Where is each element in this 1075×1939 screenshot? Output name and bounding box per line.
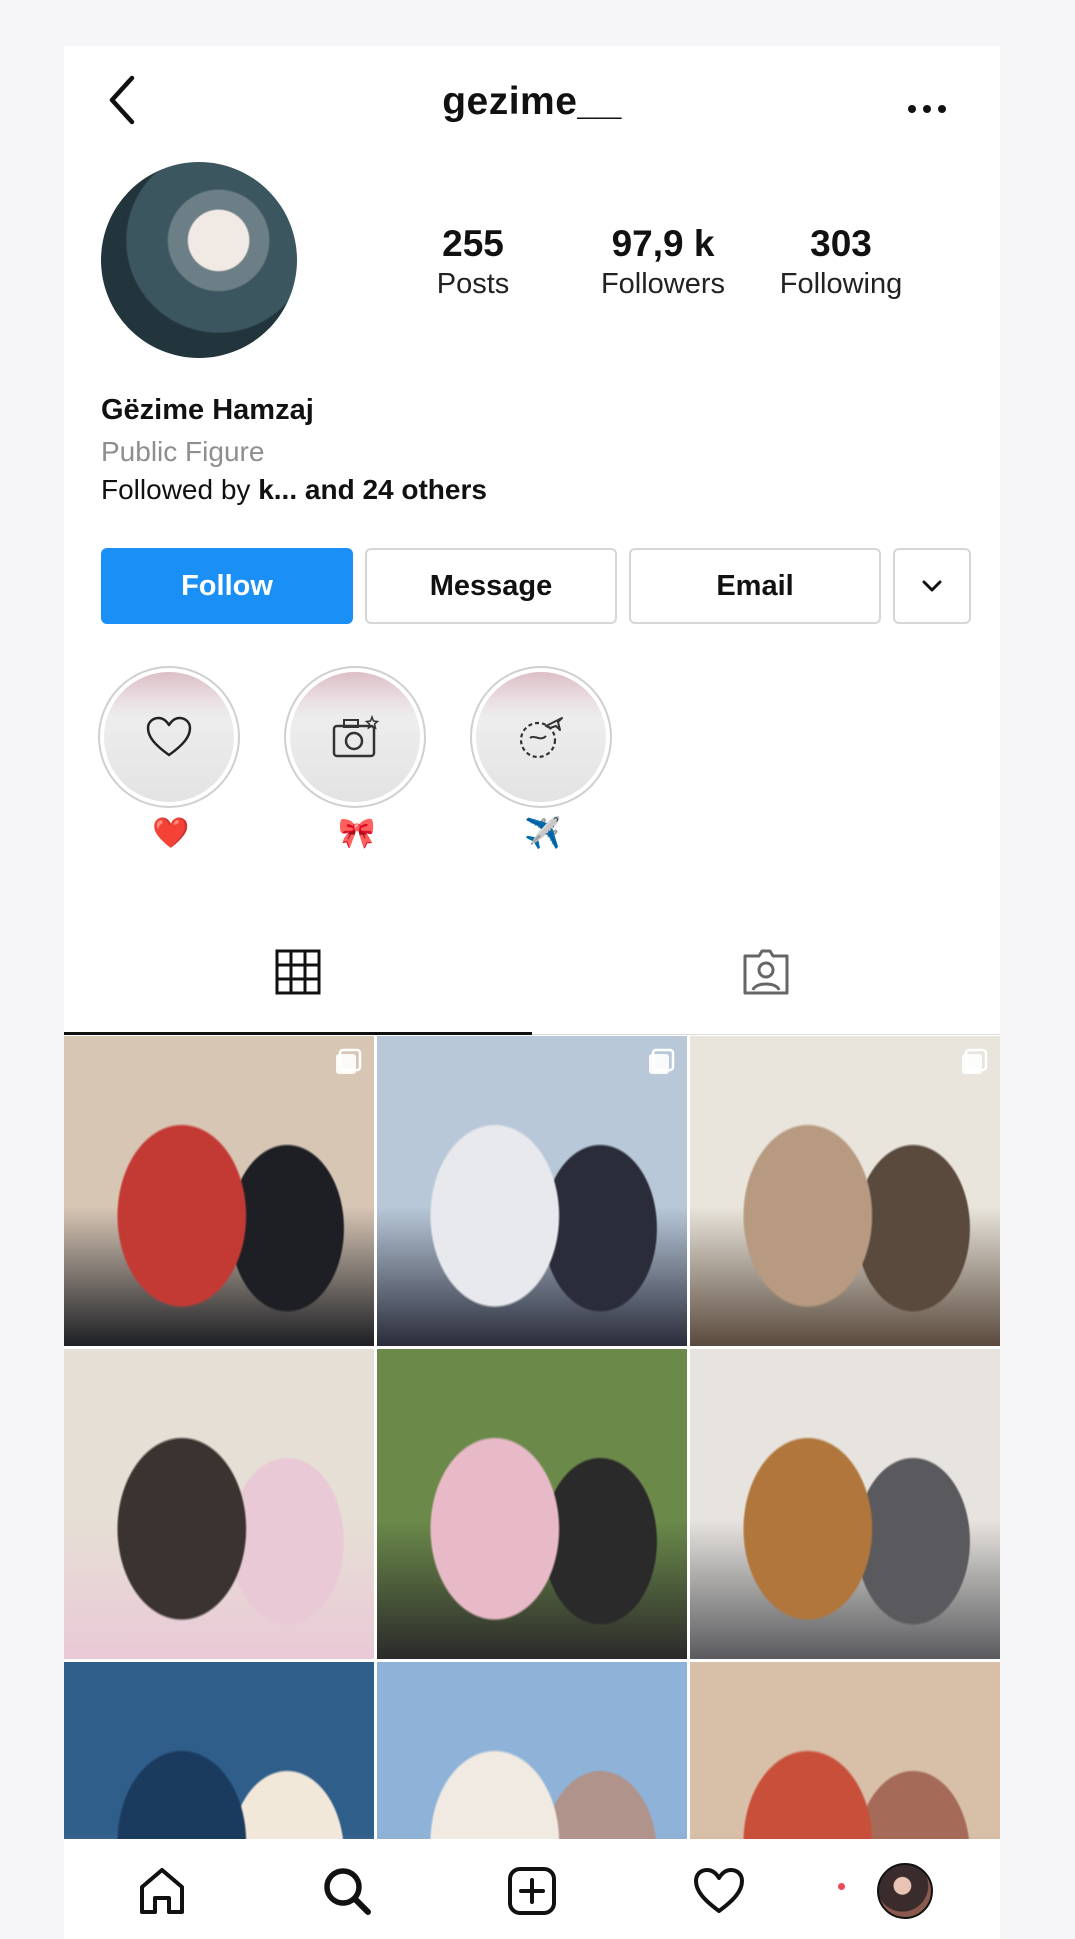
post-thumbnail[interactable]	[64, 1036, 374, 1346]
post-thumbnail[interactable]	[64, 1662, 374, 1839]
plus-square-icon	[508, 1867, 556, 1915]
posts-grid	[64, 1036, 1000, 1839]
nav-activity[interactable]	[689, 1861, 749, 1921]
stat-posts-value: 255	[442, 223, 504, 264]
followed-by-prefix: Followed by	[101, 474, 259, 505]
followed-by-names: k...	[258, 474, 298, 505]
stat-following[interactable]: 303 Following	[751, 222, 931, 302]
story-highlight[interactable]: 🎀	[284, 666, 430, 852]
heart-icon	[146, 716, 192, 757]
nav-search[interactable]	[317, 1861, 377, 1921]
nav-home[interactable]	[132, 1861, 192, 1921]
tagged-icon	[743, 949, 789, 995]
stat-posts-label: Posts	[436, 268, 510, 300]
tab-posts-grid[interactable]	[64, 908, 532, 1036]
post-thumbnail[interactable]	[377, 1036, 687, 1346]
stat-following-value: 303	[810, 223, 872, 264]
search-icon	[324, 1868, 371, 1915]
bottom-navigation	[64, 1839, 1000, 1939]
more-dots-icon	[908, 105, 946, 113]
story-highlight-label: 🎀	[338, 816, 376, 851]
carousel-icon	[336, 1048, 362, 1074]
message-button[interactable]: Message	[365, 548, 617, 624]
profile-username: gezime__	[442, 80, 622, 123]
nav-profile[interactable]	[875, 1861, 935, 1921]
followed-by-text[interactable]: Followed by k... and 24 others	[101, 474, 487, 506]
post-thumbnail[interactable]	[690, 1036, 1000, 1346]
stat-followers-label: Followers	[600, 268, 726, 300]
post-thumbnail[interactable]	[377, 1662, 687, 1839]
carousel-icon	[649, 1048, 675, 1074]
profile-avatar[interactable]	[101, 162, 297, 358]
notification-dot	[838, 1883, 845, 1890]
story-highlight-label: ❤️	[152, 816, 190, 851]
story-highlight-label: ✈️	[524, 816, 562, 851]
carousel-icon	[962, 1048, 988, 1074]
globe-plane-icon	[519, 717, 563, 759]
camera-icon	[332, 714, 380, 758]
active-tab-indicator	[64, 1032, 532, 1035]
email-button[interactable]: Email	[629, 548, 881, 624]
story-highlight[interactable]: ❤️	[98, 666, 244, 852]
profile-avatar-icon	[877, 1863, 933, 1919]
profile-screen: gezime__ 255 Posts 97,9 k Followers 303 …	[64, 46, 1000, 1939]
post-thumbnail[interactable]	[377, 1349, 687, 1659]
post-thumbnail[interactable]	[690, 1349, 1000, 1659]
followed-by-suffix: and 24 others	[297, 474, 487, 505]
post-thumbnail[interactable]	[64, 1349, 374, 1659]
home-icon	[140, 1868, 184, 1914]
chevron-down-icon	[922, 580, 942, 592]
profile-full-name: Gëzime Hamzaj	[101, 394, 314, 426]
stat-followers[interactable]: 97,9 k Followers	[573, 222, 753, 302]
tab-tagged[interactable]	[532, 908, 1000, 1036]
suggested-accounts-button[interactable]	[893, 548, 971, 624]
stat-posts[interactable]: 255 Posts	[393, 222, 553, 302]
grid-icon	[275, 949, 321, 995]
heart-icon	[694, 1868, 744, 1913]
stat-followers-value: 97,9 k	[611, 223, 715, 264]
more-options-button[interactable]	[902, 94, 952, 124]
follow-button[interactable]: Follow	[101, 548, 353, 624]
tab-divider	[532, 1034, 1000, 1035]
profile-category: Public Figure	[101, 436, 265, 467]
stat-following-label: Following	[779, 268, 903, 300]
nav-create[interactable]	[502, 1861, 562, 1921]
story-highlight[interactable]: ✈️	[470, 666, 616, 852]
post-thumbnail[interactable]	[690, 1662, 1000, 1839]
